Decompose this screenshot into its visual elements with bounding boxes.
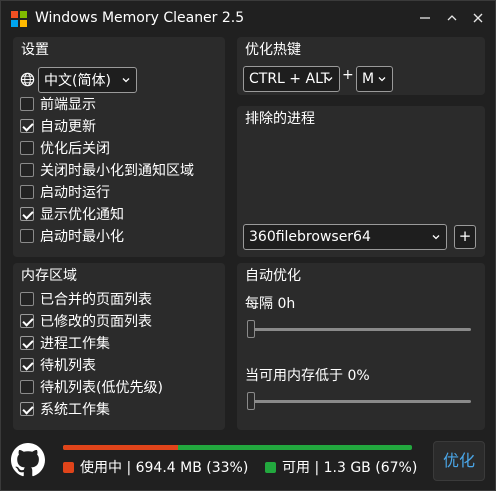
memory-area-option-label: 待机列表 [40,358,96,374]
free-color-swatch [265,461,276,473]
interval-slider[interactable] [247,328,471,331]
language-value: 中文(简体) [44,73,111,89]
close-button[interactable] [467,7,489,29]
checkbox[interactable] [20,358,34,372]
checkbox[interactable] [20,402,34,416]
process-select[interactable]: 360filebrowser64 [243,224,447,250]
hotkey-key-value: M [362,71,375,87]
window-title: Windows Memory Cleaner 2.5 [35,10,245,26]
memory-areas-title: 内存区域 [21,268,77,284]
github-icon[interactable] [11,443,45,477]
checkbox[interactable] [20,314,34,328]
memory-area-option-label: 进程工作集 [40,336,110,352]
hotkey-plus-sign: + [342,67,354,83]
free-label: 可用 | 1.3 GB (67%) [282,460,418,476]
settings-option-label: 启动时最小化 [40,229,124,245]
close-icon [473,13,483,23]
settings-option[interactable]: 自动更新 [20,116,96,136]
chevron-down-icon [325,77,333,82]
used-label: 使用中 | 694.4 MB (33%) [80,460,249,476]
chevron-up-icon [447,15,457,21]
settings-option-label: 优化后关闭 [40,141,110,157]
settings-option-label: 关闭时最小化到通知区域 [40,163,194,179]
settings-panel: 设置 中文(简体) 前端显示自动更新优化后关闭关闭时最小化到通知区域 启动时运行显… [13,37,225,257]
maximize-button[interactable] [441,7,463,29]
free-legend: 可用 | 1.3 GB (67%) [265,457,417,477]
settings-title: 设置 [21,42,49,58]
checkbox[interactable] [20,207,34,221]
settings-option-label: 前端显示 [40,97,96,113]
language-select[interactable]: 中文(简体) [38,67,137,93]
settings-option[interactable]: 显示优化通知 [20,204,124,224]
checkbox[interactable] [20,380,34,394]
checkbox[interactable] [20,185,34,199]
excluded-processes-panel: 排除的进程 360filebrowser64 + [237,106,485,257]
settings-option-label: 自动更新 [40,119,96,135]
title-bar: Windows Memory Cleaner 2.5 [1,1,495,39]
chevron-down-icon [378,77,386,82]
excluded-processes-title: 排除的进程 [245,111,315,127]
settings-option-label: 显示优化通知 [40,207,124,223]
hotkey-title: 优化热键 [245,42,301,58]
memory-used-fill [63,445,179,450]
auto-optimize-title: 自动优化 [245,268,301,284]
globe-icon [20,72,35,87]
memory-area-option[interactable]: 待机列表 [20,355,96,375]
minimize-icon [420,17,430,19]
memory-area-option[interactable]: 已合并的页面列表 [20,289,152,309]
settings-option[interactable]: 前端显示 [20,94,96,114]
memory-area-option-label: 已合并的页面列表 [40,292,152,308]
hotkey-modifier-value: CTRL + ALT [249,71,330,87]
memory-area-option-label: 已修改的页面列表 [40,314,152,330]
checkbox[interactable] [20,292,34,306]
hotkey-key-select[interactable]: M [356,66,393,92]
settings-option[interactable]: 关闭时最小化到通知区域 [20,160,194,180]
chevron-down-icon [122,78,130,83]
app-window: Windows Memory Cleaner 2.5 设置 中文(简体) 前端显… [0,0,496,491]
interval-slider-thumb[interactable] [247,320,255,338]
add-process-button[interactable]: + [454,225,476,249]
settings-option[interactable]: 启动时最小化 [20,226,124,246]
used-color-swatch [63,461,74,473]
memory-usage-bar [63,445,412,450]
settings-option[interactable]: 启动时运行 [20,182,110,202]
memory-area-option[interactable]: 待机列表(低优先级) [20,377,163,397]
optimize-button[interactable]: 优化 [433,441,485,481]
hotkey-modifier-select[interactable]: CTRL + ALT [243,66,340,92]
hotkey-panel: 优化热键 CTRL + ALT + M [237,37,485,95]
checkbox[interactable] [20,336,34,350]
checkbox[interactable] [20,163,34,177]
memory-area-option-label: 系统工作集 [40,402,110,418]
minimize-button[interactable] [414,7,436,29]
process-value: 360filebrowser64 [249,229,371,245]
memory-area-option[interactable]: 系统工作集 [20,399,110,419]
auto-optimize-panel: 自动优化 每隔 0h 当可用内存低于 0% [237,263,485,430]
threshold-label: 当可用内存低于 0% [245,368,370,384]
chevron-down-icon [432,235,440,240]
interval-label: 每隔 0h [245,296,296,312]
memory-area-option[interactable]: 已修改的页面列表 [20,311,152,331]
app-logo-icon [11,11,27,27]
memory-area-option[interactable]: 进程工作集 [20,333,110,353]
checkbox[interactable] [20,119,34,133]
threshold-slider[interactable] [247,400,471,403]
used-legend: 使用中 | 694.4 MB (33%) [63,457,248,477]
checkbox[interactable] [20,97,34,111]
memory-area-option-label: 待机列表(低优先级) [40,380,163,396]
checkbox[interactable] [20,141,34,155]
settings-option[interactable]: 优化后关闭 [20,138,110,158]
checkbox[interactable] [20,229,34,243]
threshold-slider-thumb[interactable] [247,392,255,410]
settings-option-label: 启动时运行 [40,185,110,201]
memory-areas-panel: 内存区域 已合并的页面列表 已修改的页面列表 进程工作集待机列表待机列表(低优先级)… [13,263,225,430]
